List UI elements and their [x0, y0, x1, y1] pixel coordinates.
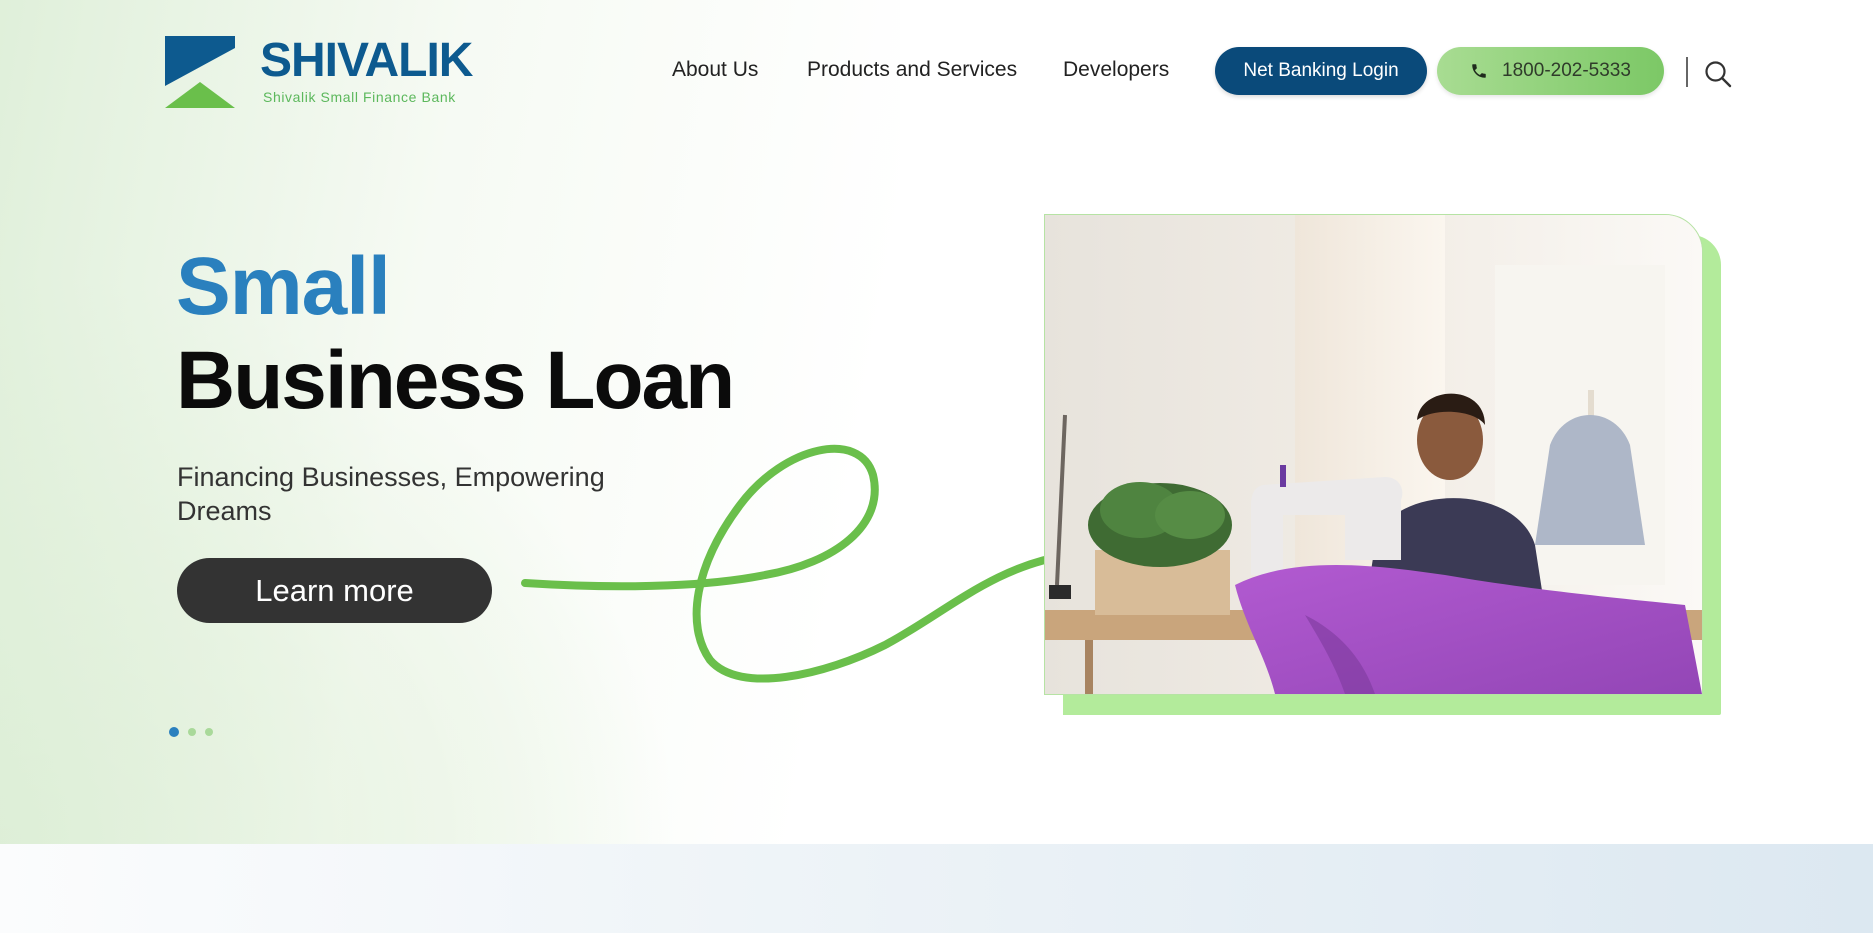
- carousel-dot-3[interactable]: [205, 728, 213, 736]
- phone-icon: [1472, 64, 1486, 78]
- hero-image: [1044, 214, 1703, 695]
- brand-tagline: Shivalik Small Finance Bank: [263, 89, 456, 105]
- hero-section: SHIVALIK Shivalik Small Finance Bank Abo…: [0, 0, 1873, 844]
- carousel-dot-2[interactable]: [188, 728, 196, 736]
- brand-logo[interactable]: SHIVALIK Shivalik Small Finance Bank: [165, 34, 473, 108]
- nav-divider: [1686, 57, 1688, 87]
- net-banking-login-label: Net Banking Login: [1243, 60, 1399, 81]
- carousel-dot-1[interactable]: [169, 727, 179, 737]
- nav-products-and-services[interactable]: Products and Services: [807, 58, 1017, 82]
- next-section-band: [0, 844, 1873, 933]
- decorative-thread-line: [521, 444, 1074, 683]
- phone-number-label: 1800-202-5333: [1502, 60, 1631, 81]
- search-icon[interactable]: [1704, 60, 1732, 88]
- brand-name: SHIVALIK: [260, 34, 473, 87]
- carousel-dots: [169, 727, 213, 737]
- phone-button[interactable]: 1800-202-5333: [1437, 47, 1664, 95]
- hero-title-highlight: Small: [176, 241, 391, 332]
- learn-more-label: Learn more: [255, 572, 414, 608]
- nav-about-us[interactable]: About Us: [672, 58, 758, 82]
- hero-title: Business Loan: [176, 335, 735, 426]
- net-banking-login-button[interactable]: Net Banking Login: [1215, 47, 1427, 95]
- logo-mark-icon: [165, 36, 235, 108]
- tailor-photo-illustration: [1045, 215, 1702, 694]
- learn-more-button[interactable]: Learn more: [177, 558, 492, 623]
- nav-developers[interactable]: Developers: [1063, 58, 1169, 82]
